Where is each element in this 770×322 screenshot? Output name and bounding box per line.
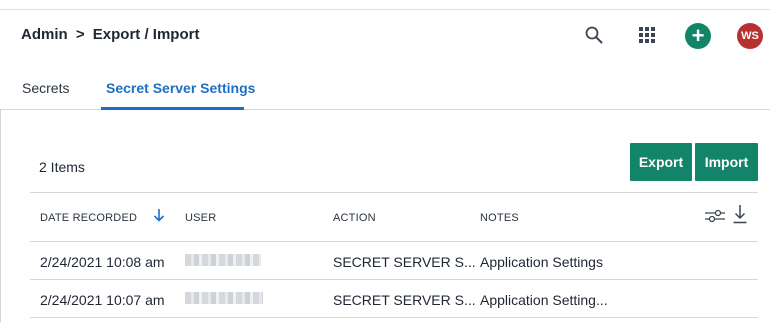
search-icon[interactable]: [581, 22, 607, 48]
download-icon[interactable]: [733, 204, 747, 224]
breadcrumb-separator: >: [75, 26, 85, 43]
export-button[interactable]: Export: [630, 143, 692, 181]
cell-notes: Application Setting...: [480, 292, 608, 308]
cell-user-redacted: [185, 292, 263, 304]
import-button[interactable]: Import: [695, 143, 758, 181]
audit-table: DATE RECORDED USER ACTION NOTES 2/24/202…: [30, 192, 758, 318]
panel-border: [0, 110, 1, 322]
column-settings-icon[interactable]: [704, 207, 726, 225]
sort-descending-icon[interactable]: [153, 207, 165, 223]
column-header-action[interactable]: ACTION: [333, 212, 376, 224]
table-row[interactable]: 2/24/2021 10:07 am SECRET SERVER S... Ap…: [30, 280, 758, 318]
tab-secret-server-settings[interactable]: Secret Server Settings: [106, 80, 255, 96]
column-header-user[interactable]: USER: [185, 212, 216, 224]
active-tab-indicator: [101, 107, 244, 110]
cell-notes: Application Settings: [480, 254, 603, 270]
breadcrumb: Admin > Export / Import: [21, 26, 199, 43]
add-icon[interactable]: +: [685, 23, 711, 49]
table-header-row: DATE RECORDED USER ACTION NOTES: [30, 192, 758, 242]
apps-grid-icon[interactable]: [634, 22, 660, 48]
cell-action: SECRET SERVER S...: [333, 292, 476, 308]
top-bar: Admin > Export / Import + WS: [0, 9, 770, 59]
cell-user-redacted: [185, 254, 261, 266]
breadcrumb-current: Export / Import: [92, 26, 200, 43]
column-header-notes[interactable]: NOTES: [480, 212, 519, 224]
cell-date: 2/24/2021 10:08 am: [40, 254, 165, 270]
cell-action: SECRET SERVER S...: [333, 254, 476, 270]
items-count: 2 Items: [39, 159, 85, 175]
tab-bar: Secrets Secret Server Settings: [0, 68, 770, 110]
cell-date: 2/24/2021 10:07 am: [40, 292, 165, 308]
breadcrumb-root[interactable]: Admin: [21, 26, 68, 43]
column-header-date-recorded[interactable]: DATE RECORDED: [40, 212, 137, 224]
table-row[interactable]: 2/24/2021 10:08 am SECRET SERVER S... Ap…: [30, 242, 758, 280]
tab-secrets[interactable]: Secrets: [22, 80, 69, 96]
avatar[interactable]: WS: [737, 23, 763, 49]
